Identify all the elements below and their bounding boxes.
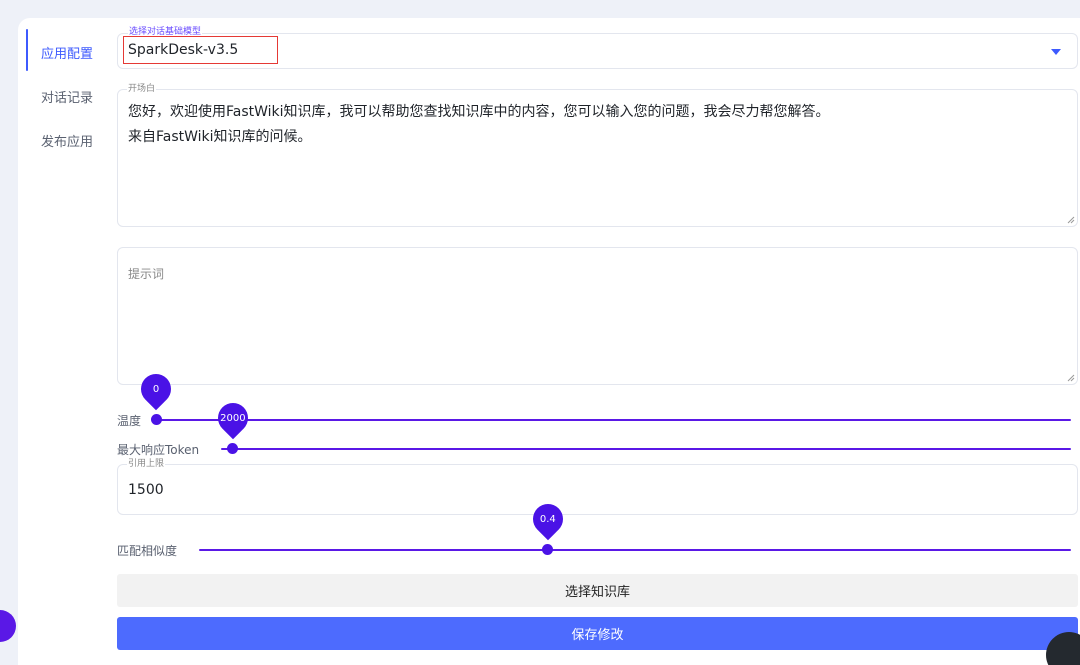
max-tokens-value: 2000 — [220, 412, 246, 424]
quote-limit-label: 引用上限 — [127, 459, 166, 469]
similarity-value: 0.4 — [539, 513, 556, 525]
model-select-value: SparkDesk-v3.5 — [128, 42, 239, 58]
quote-limit-value: 1500 — [128, 482, 164, 498]
similarity-slider-track[interactable] — [199, 549, 1071, 551]
opening-text: 您好，欢迎使用FastWiki知识库，我可以帮助您查找知识库中的内容，您可以输入… — [128, 104, 830, 145]
floating-action-button[interactable] — [0, 610, 16, 642]
temperature-slider-thumb[interactable] — [150, 414, 162, 425]
temperature-value: 0 — [152, 383, 160, 395]
quote-limit-input[interactable]: 引用上限 1500 — [117, 459, 1078, 515]
prompt-placeholder: 提示词 — [128, 267, 165, 281]
prompt-textarea[interactable]: 提示词 — [117, 247, 1078, 385]
model-select[interactable]: 选择对话基础模型 SparkDesk-v3.5 — [117, 27, 1078, 69]
nav-active-indicator — [26, 29, 28, 71]
sidebar-item-app-config[interactable]: 应用配置 — [41, 43, 93, 62]
max-tokens-slider-track[interactable] — [221, 448, 1071, 450]
save-button[interactable]: 保存修改 — [117, 617, 1078, 650]
temperature-label: 温度 — [117, 414, 142, 428]
sidebar-item-chat-history[interactable]: 对话记录 — [41, 87, 93, 106]
similarity-label: 匹配相似度 — [117, 544, 178, 558]
sidebar-item-publish-app[interactable]: 发布应用 — [41, 131, 93, 150]
opening-label: 开场白 — [127, 84, 157, 94]
resize-grip-icon[interactable] — [1067, 374, 1075, 382]
max-tokens-label: 最大响应Token — [117, 443, 200, 457]
temperature-slider-track[interactable] — [156, 419, 1071, 421]
caret-down-icon[interactable] — [1051, 49, 1061, 55]
select-knowledge-base-button[interactable]: 选择知识库 — [117, 574, 1078, 607]
resize-grip-icon[interactable] — [1067, 216, 1075, 224]
opening-textarea[interactable]: 开场白 您好，欢迎使用FastWiki知识库，我可以帮助您查找知识库中的内容，您… — [117, 84, 1078, 227]
